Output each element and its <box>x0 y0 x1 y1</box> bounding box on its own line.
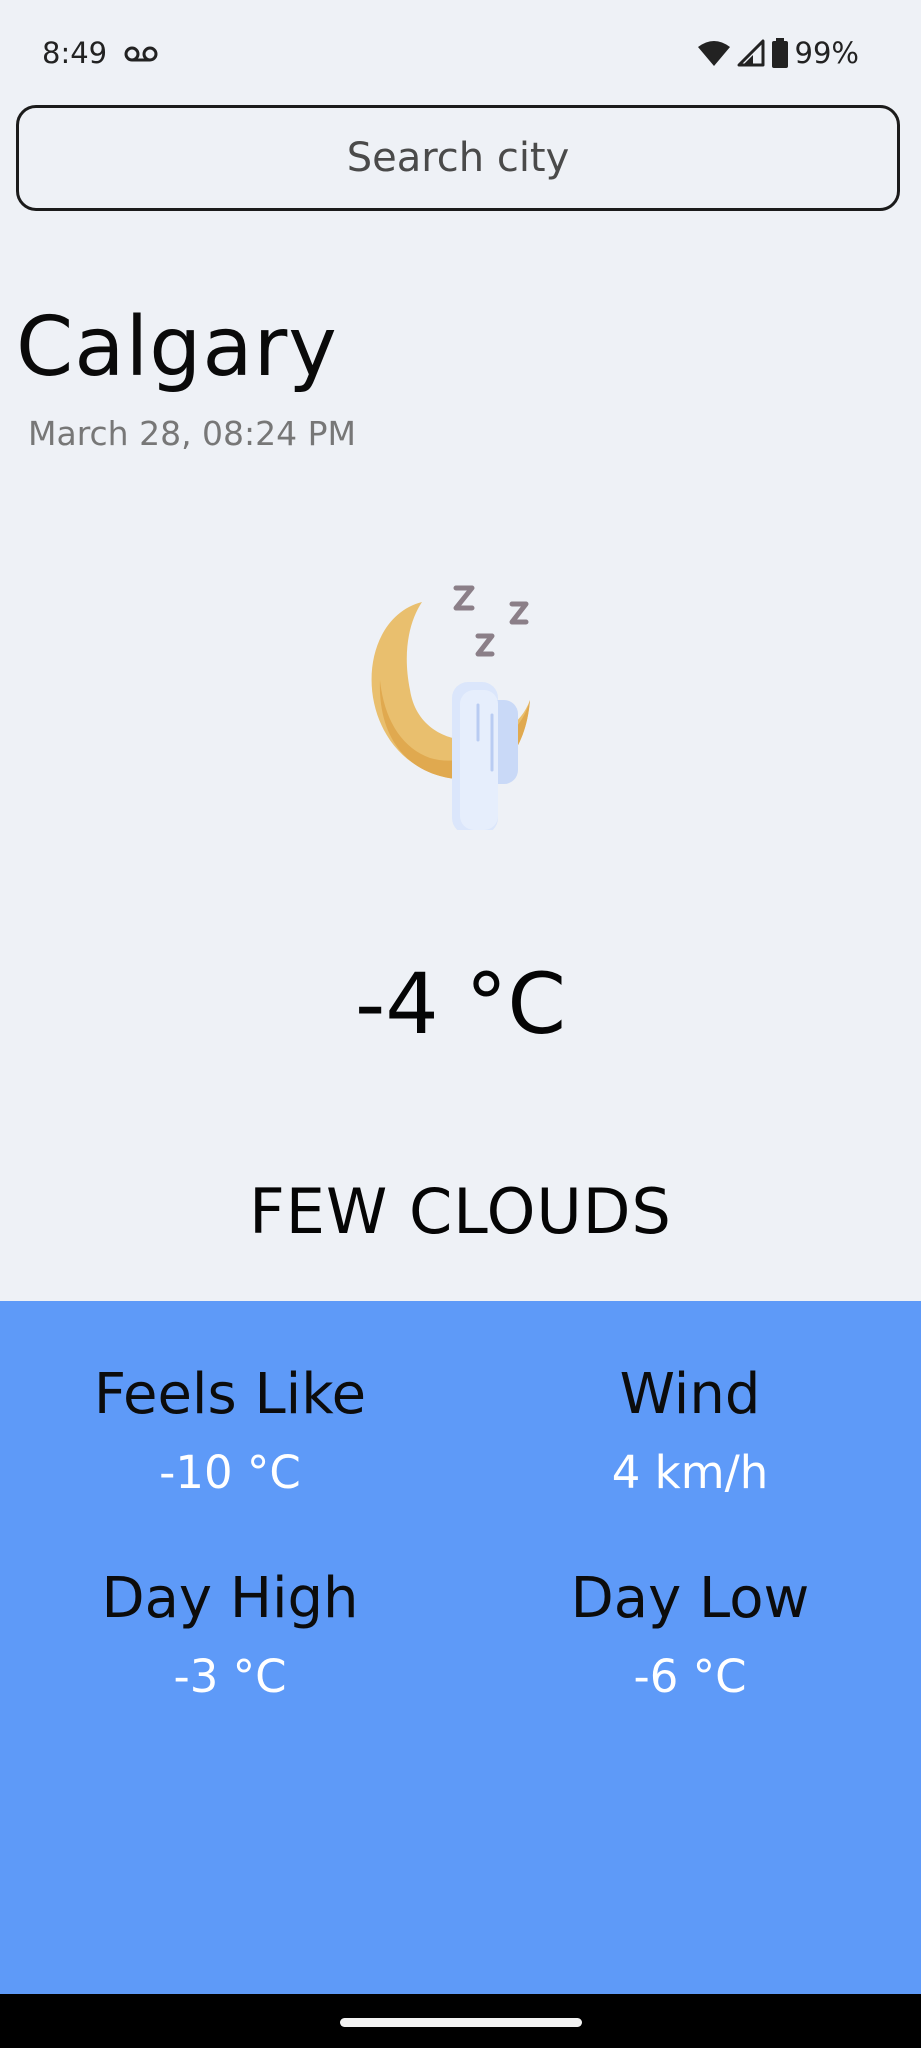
status-bar: 8:49 99% <box>0 0 921 100</box>
date-time: March 28, 08:24 PM <box>28 414 357 453</box>
day-high-block: Day High -3 °C <box>0 1564 460 1712</box>
details-panel: Feels Like -10 °C Wind 4 km/h Day High -… <box>0 1301 921 1994</box>
day-low-value: -6 °C <box>633 1650 747 1703</box>
battery-icon <box>771 38 788 68</box>
day-high-label: Day High <box>101 1566 359 1631</box>
wifi-icon <box>697 41 730 66</box>
search-input[interactable] <box>19 134 897 182</box>
wind-label: Wind <box>619 1362 761 1427</box>
feels-like-label: Feels Like <box>93 1362 367 1427</box>
day-high-value: -3 °C <box>173 1650 287 1703</box>
day-low-label: Day Low <box>570 1566 810 1631</box>
current-temperature: -4 °C <box>354 955 567 1053</box>
city-name: Calgary <box>16 300 338 395</box>
voicemail-icon <box>124 46 158 62</box>
status-icons: 99% <box>697 36 859 70</box>
weather-description: FEW CLOUDS <box>249 1175 672 1248</box>
search-box[interactable] <box>16 105 900 211</box>
feels-like-block: Feels Like -10 °C <box>0 1360 460 1508</box>
status-time: 8:49 <box>42 36 108 70</box>
wind-block: Wind 4 km/h <box>460 1360 920 1508</box>
day-low-block: Day Low -6 °C <box>460 1564 920 1712</box>
feels-like-value: -10 °C <box>159 1446 301 1499</box>
navigation-bar <box>0 1994 921 2048</box>
sleeping-moon-cloud-icon <box>371 585 530 830</box>
wind-value: 4 km/h <box>611 1446 769 1499</box>
home-handle[interactable] <box>340 2018 582 2027</box>
cell-signal-icon <box>737 39 765 67</box>
battery-percent: 99% <box>794 36 859 70</box>
